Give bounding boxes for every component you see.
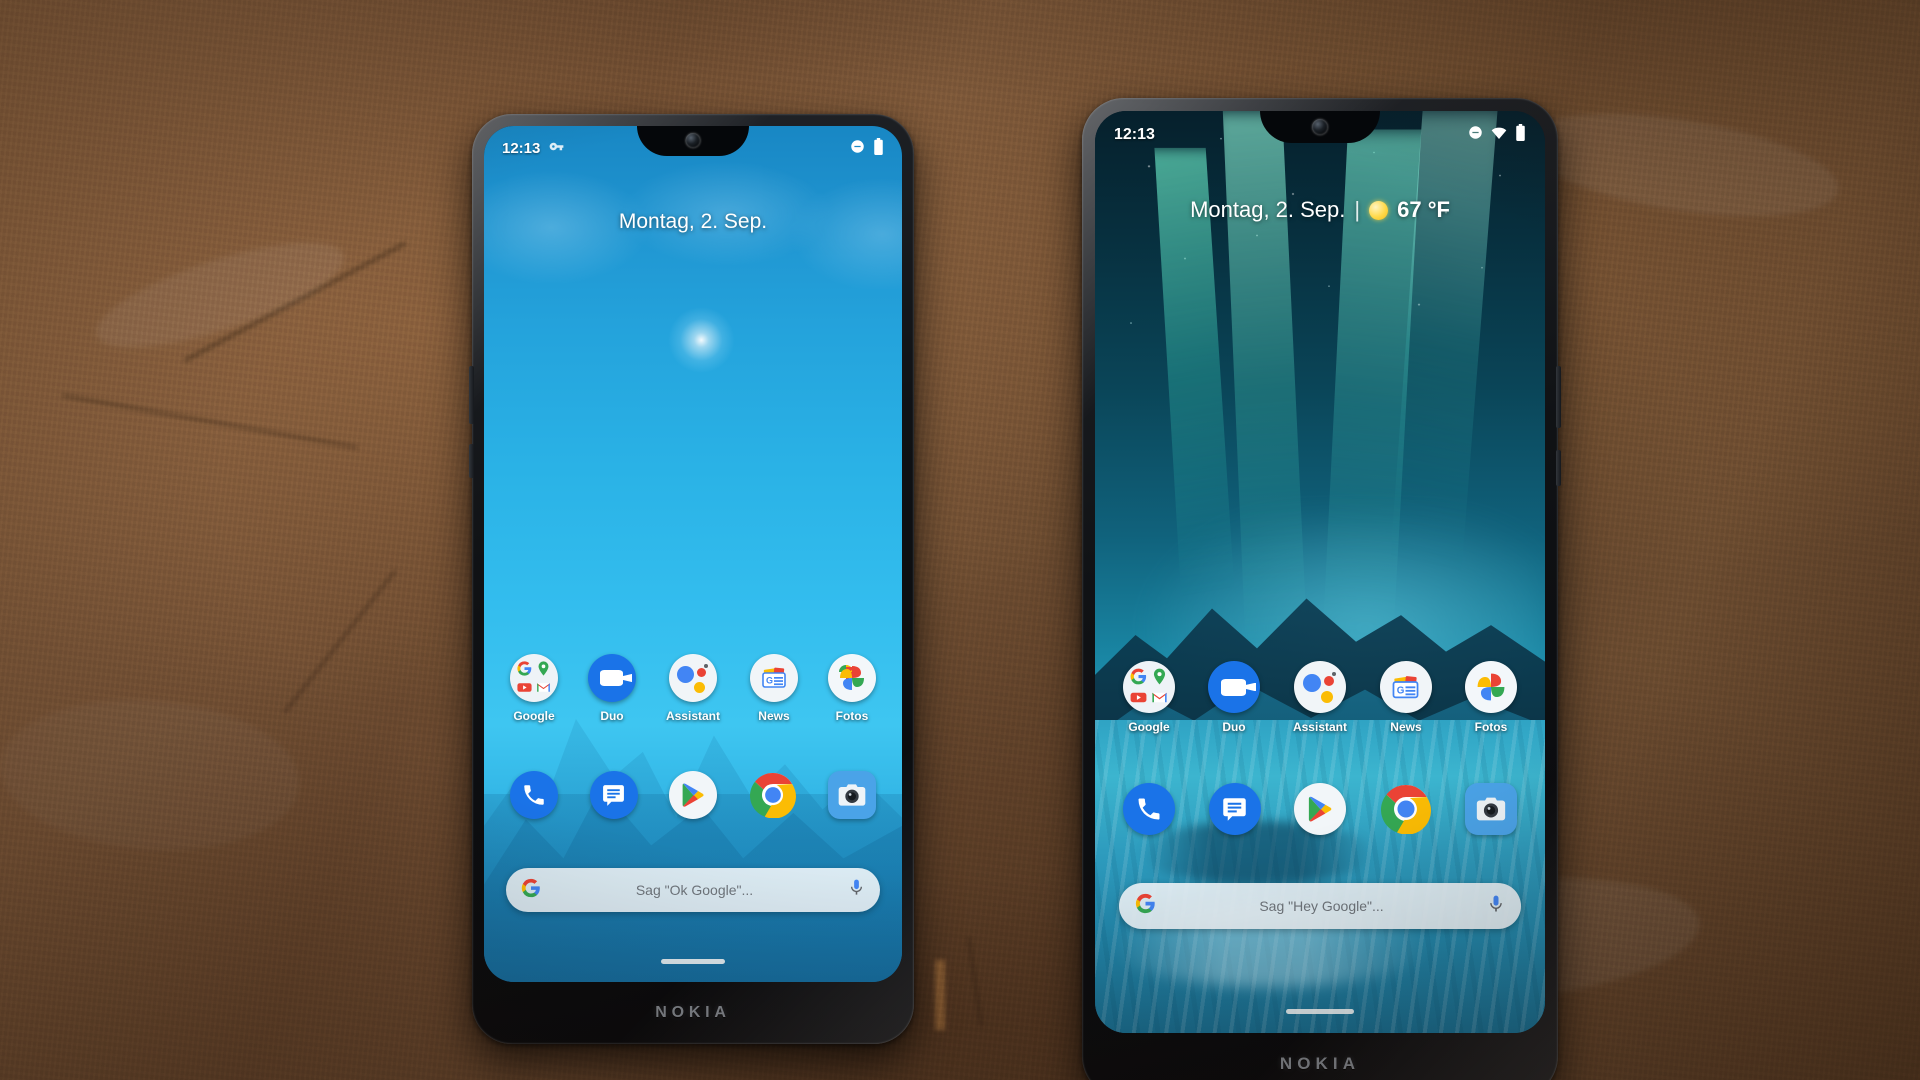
microphone-icon[interactable] [1486, 894, 1506, 919]
power-button-right-phone[interactable] [1556, 450, 1561, 486]
left-phone-app-row: Google Duo Assistant G News Fotos [510, 654, 876, 723]
dock-camera-app[interactable] [1465, 783, 1517, 835]
app-label: Duo [1222, 720, 1246, 734]
app-label: Duo [600, 709, 624, 723]
left-phone-dock [510, 771, 876, 819]
widget-temperature: 67 °F [1397, 197, 1450, 222]
right-phone-brand-logo: NOKIA [1279, 1054, 1361, 1073]
app-google-folder[interactable]: Google [1123, 661, 1175, 734]
google-assistant-icon [1293, 661, 1346, 713]
vpn-key-icon [549, 139, 564, 158]
widget-date-text: Montag, 2. Sep. [1190, 197, 1346, 222]
volume-button-right-phone[interactable] [1556, 366, 1561, 428]
google-photos-icon [1464, 661, 1517, 713]
volume-button-left-phone[interactable] [469, 366, 474, 424]
google-news-icon: G [1379, 661, 1432, 713]
right-phone-notch [1260, 111, 1380, 143]
app-google-folder[interactable]: Google [510, 654, 558, 723]
left-phone-nav-pill[interactable] [661, 959, 725, 964]
left-phone-body: 12:13 Montag, 2. Sep. Google Duo Assista… [469, 114, 914, 1044]
status-time: 12:13 [502, 140, 541, 157]
dock-play-store-app[interactable] [1294, 783, 1346, 835]
app-fotos[interactable]: Fotos [827, 654, 876, 723]
do-not-disturb-icon [1468, 125, 1483, 145]
dock-chrome-app[interactable] [749, 771, 797, 819]
app-duo[interactable]: Duo [1207, 661, 1260, 734]
app-news[interactable]: G News [1379, 661, 1432, 734]
left-phone-date-widget[interactable]: Montag, 2. Sep. [484, 210, 902, 234]
app-label: Fotos [835, 709, 869, 723]
app-assistant[interactable]: Assistant [666, 654, 720, 723]
battery-icon [1515, 124, 1526, 146]
google-photos-icon [827, 654, 876, 702]
dock-chrome-app[interactable] [1380, 783, 1432, 835]
right-phone-screen[interactable]: 12:13 Montag, 2. Sep. | 67 °F Google Duo… [1095, 111, 1545, 1033]
front-camera-right-phone [1312, 119, 1328, 135]
desk-surface [0, 0, 1920, 1080]
left-phone-wallpaper [484, 126, 902, 982]
wifi-icon [1491, 125, 1507, 146]
app-label: Assistant [665, 709, 720, 723]
app-label: Google [513, 709, 555, 723]
duo-icon [1207, 661, 1260, 713]
google-folder-icon [510, 654, 558, 702]
front-camera-left-phone [685, 133, 701, 148]
left-phone-search-bar[interactable]: Sag "Ok Google"... [506, 868, 880, 912]
search-placeholder: Sag "Hey Google"... [1259, 898, 1384, 914]
google-folder-icon [1123, 661, 1175, 713]
right-phone-app-row: Google Duo Assistant G News Fotos [1123, 661, 1517, 734]
dock-messages-app[interactable] [1208, 783, 1261, 835]
duo-icon [587, 654, 636, 702]
right-phone-search-bar[interactable]: Sag "Hey Google"... [1119, 883, 1521, 929]
google-assistant-icon [668, 654, 717, 702]
dock-messages-app[interactable] [589, 771, 638, 819]
google-g-icon [1134, 892, 1157, 920]
microphone-icon[interactable] [847, 878, 866, 902]
google-news-icon: G [749, 654, 798, 702]
left-phone-screen[interactable]: 12:13 Montag, 2. Sep. Google Duo Assista… [484, 126, 902, 982]
app-label: News [1390, 720, 1422, 734]
svg-text:G: G [1397, 685, 1405, 696]
search-placeholder: Sag "Ok Google"... [635, 882, 754, 898]
app-fotos[interactable]: Fotos [1464, 661, 1517, 734]
app-duo[interactable]: Duo [587, 654, 636, 723]
app-assistant[interactable]: Assistant [1293, 661, 1347, 734]
widget-separator: | [1354, 197, 1361, 222]
left-phone-brand-logo: NOKIA [655, 1004, 731, 1021]
right-phone-body: 12:13 Montag, 2. Sep. | 67 °F Google Duo… [1082, 98, 1561, 1080]
dock-play-store-app[interactable] [669, 771, 717, 819]
right-phone-date-weather-widget[interactable]: Montag, 2. Sep. | 67 °F [1095, 197, 1545, 223]
app-label: Assistant [1292, 720, 1347, 734]
app-label: News [758, 709, 790, 723]
dock-phone-app[interactable] [1123, 783, 1175, 835]
dock-phone-app[interactable] [510, 771, 558, 819]
app-news[interactable]: G News [749, 654, 798, 723]
battery-icon [873, 138, 884, 159]
dock-camera-app[interactable] [828, 771, 876, 819]
google-g-icon [520, 877, 542, 904]
app-label: Google [1128, 720, 1170, 734]
do-not-disturb-icon [850, 139, 865, 158]
power-button-left-phone[interactable] [469, 444, 474, 478]
left-phone-notch [637, 126, 749, 156]
app-label: Fotos [1474, 720, 1508, 734]
svg-text:G: G [766, 676, 773, 686]
right-phone-nav-pill[interactable] [1286, 1009, 1354, 1014]
widget-date-text: Montag, 2. Sep. [618, 210, 768, 233]
right-phone-dock [1123, 783, 1517, 835]
status-time: 12:13 [1114, 126, 1155, 143]
sunny-weather-icon [1369, 200, 1389, 220]
